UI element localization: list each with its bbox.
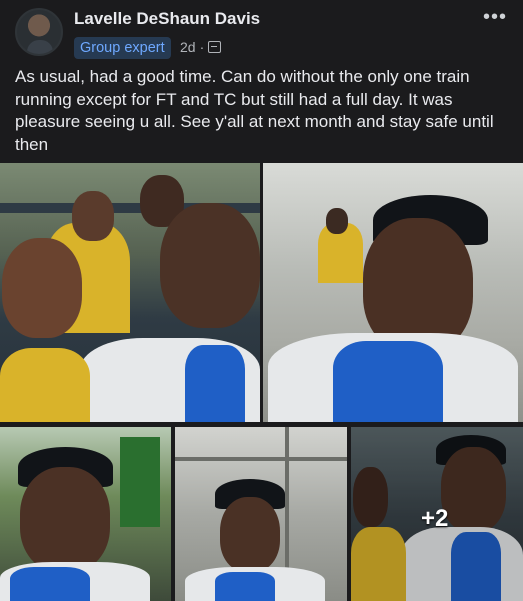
post-meta: 2d · [180,39,222,55]
post-text: As usual, had a good time. Can do withou… [15,67,494,154]
more-options-icon[interactable]: ••• [483,6,507,29]
photo-grid: +2 [0,163,523,601]
group-expert-badge[interactable]: Group expert [74,37,171,59]
post-header: Lavelle DeShaun Davis Group expert 2d · … [0,0,523,64]
photo-3[interactable] [0,427,171,601]
photo-icon [208,41,222,53]
photo-2[interactable] [263,163,523,422]
photo-4[interactable] [175,427,347,601]
more-photos-count[interactable]: +2 [421,505,448,533]
photo-5[interactable]: +2 [351,427,523,601]
author-name[interactable]: Lavelle DeShaun Davis [74,9,260,29]
meta-separator: · [199,39,205,55]
author-avatar[interactable] [15,8,63,56]
post-time[interactable]: 2d [180,39,196,55]
photo-1[interactable] [0,163,260,422]
